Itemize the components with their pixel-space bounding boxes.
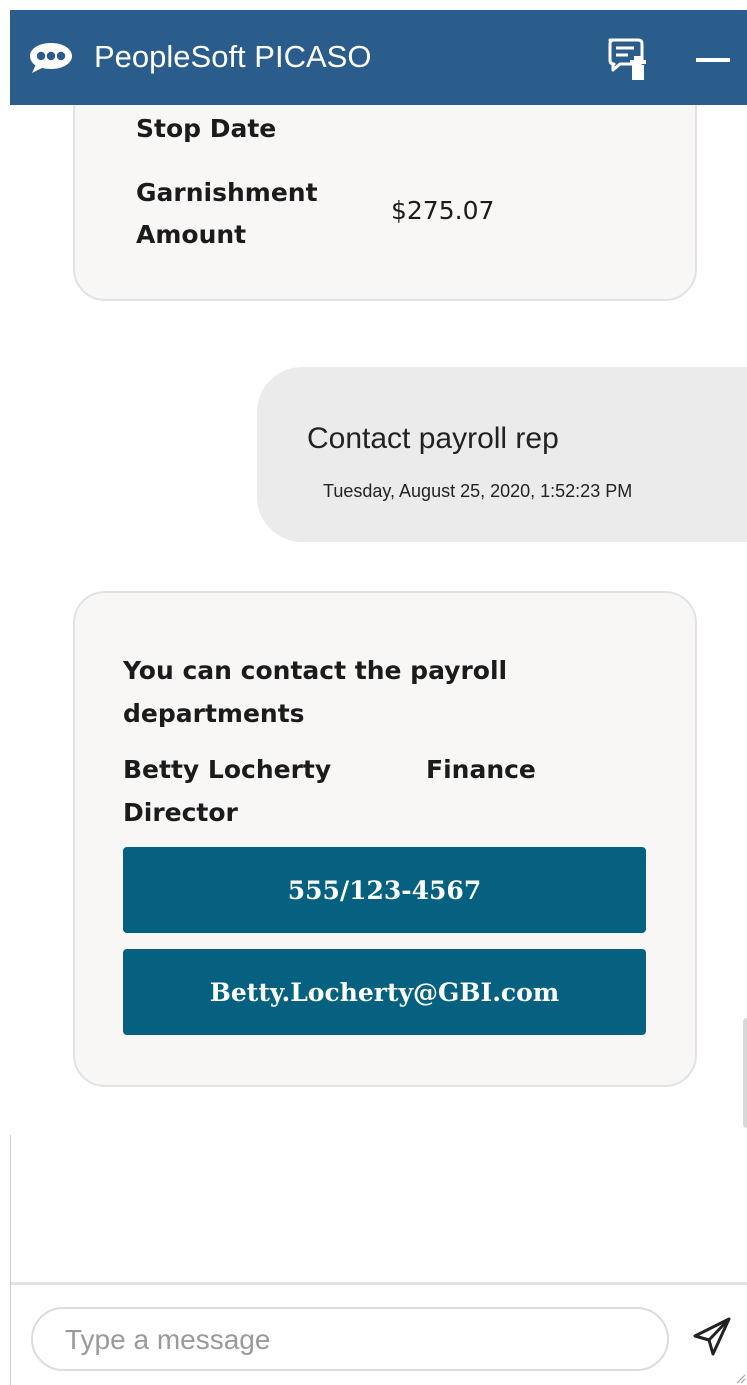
garnishment-amount-value: $275.07 (391, 196, 495, 225)
email-button[interactable]: Betty.Locherty@GBI.com (123, 949, 646, 1035)
minimize-button[interactable] (692, 38, 736, 78)
garnishment-card: Stop Date Garnishment Amount $275.07 (73, 105, 697, 301)
clear-conversation-icon (608, 38, 646, 80)
stop-date-label: Stop Date (136, 114, 277, 143)
user-message-text: Contact payroll rep (307, 422, 559, 455)
contact-card: You can contact the payroll departments … (73, 591, 697, 1087)
message-input-box[interactable] (31, 1307, 669, 1371)
contact-department: Finance (426, 755, 536, 784)
send-button[interactable] (688, 1313, 736, 1361)
message-input[interactable] (63, 1317, 647, 1363)
scrollbar-thumb[interactable] (743, 1018, 747, 1128)
clear-conversation-button[interactable] (604, 34, 654, 84)
window-edge (10, 1135, 11, 1385)
contact-heading: You can contact the payroll departments (123, 656, 508, 728)
send-icon (693, 1317, 731, 1356)
message-timestamp: Tuesday, August 25, 2020, 1:52:23 PM (323, 481, 633, 501)
phone-button[interactable]: 555/123-4567 (123, 847, 646, 933)
garnishment-amount-label: Garnishment Amount (136, 178, 318, 249)
chat-title: PeopleSoft PICASO (94, 39, 372, 74)
chat-window: PeopleSoft PICASO Stop Date Garnishment … (10, 10, 747, 1385)
resize-grip-icon[interactable] (734, 1372, 746, 1384)
conversation-area: Stop Date Garnishment Amount $275.07 Con… (10, 105, 747, 1282)
footer-divider (10, 1282, 747, 1285)
user-message-bubble: Contact payroll rep Tuesday, August 25, … (257, 367, 747, 542)
chat-bubble-dots-icon (30, 43, 72, 73)
chat-header: PeopleSoft PICASO (10, 10, 747, 105)
contact-name-title: Betty Locherty Director (123, 755, 332, 827)
minimize-icon (696, 58, 730, 62)
